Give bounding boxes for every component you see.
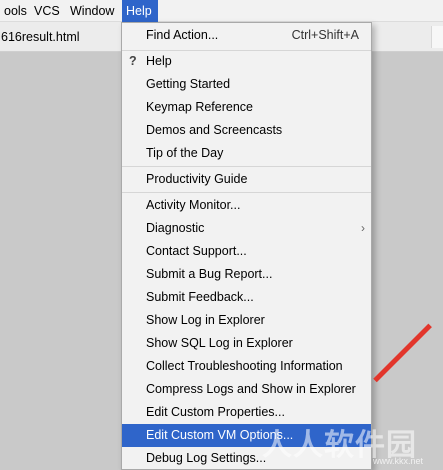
- menu-item-label: Compress Logs and Show in Explorer: [146, 382, 356, 396]
- menu-item-label: Getting Started: [146, 77, 231, 91]
- help-menu-dropdown: Find Action... Ctrl+Shift+A ? Help Getti…: [121, 22, 372, 470]
- menu-item-help[interactable]: ? Help: [122, 50, 371, 73]
- menu-item-label: Productivity Guide: [146, 172, 248, 186]
- menu-item-label: Debug Log Settings...: [146, 451, 267, 465]
- menu-item-label: Diagnostic: [146, 221, 205, 235]
- menu-item-productivity-guide[interactable]: Productivity Guide: [122, 168, 371, 191]
- menu-item-contact-support[interactable]: Contact Support...: [122, 240, 371, 263]
- menu-help[interactable]: Help: [122, 0, 158, 22]
- menu-item-label: Tip of the Day: [146, 146, 224, 160]
- menu-item-diagnostic[interactable]: Diagnostic ›: [122, 217, 371, 240]
- watermark-url: www.kkx.net: [373, 456, 424, 466]
- menu-vcs[interactable]: VCS: [30, 0, 64, 22]
- menu-item-label: Submit Feedback...: [146, 290, 254, 304]
- menu-item-label: Collect Troubleshooting Information: [146, 359, 343, 373]
- menu-item-submit-feedback[interactable]: Submit Feedback...: [122, 286, 371, 309]
- menu-item-label: Find Action...: [146, 28, 219, 42]
- menu-item-label: Submit a Bug Report...: [146, 267, 273, 281]
- menu-item-getting-started[interactable]: Getting Started: [122, 73, 371, 96]
- main-menubar: ools VCS Window Help: [0, 0, 443, 22]
- menu-item-label: Edit Custom Properties...: [146, 405, 285, 419]
- menu-item-show-sql-log[interactable]: Show SQL Log in Explorer: [122, 332, 371, 355]
- menu-tools[interactable]: ools: [0, 0, 31, 22]
- menu-item-demos-screencasts[interactable]: Demos and Screencasts: [122, 119, 371, 142]
- chevron-right-icon: ›: [361, 221, 365, 235]
- menu-item-activity-monitor[interactable]: Activity Monitor...: [122, 194, 371, 217]
- menu-item-label: Keymap Reference: [146, 100, 254, 114]
- menu-item-label: Demos and Screencasts: [146, 123, 283, 137]
- shortcut-label: Ctrl+Shift+A: [291, 28, 359, 42]
- menu-item-tip-of-the-day[interactable]: Tip of the Day: [122, 142, 371, 165]
- tab-bar-corner-button[interactable]: [431, 26, 443, 48]
- menu-window[interactable]: Window: [66, 0, 118, 22]
- tab-616result-html[interactable]: 616result.html: [0, 22, 80, 52]
- menu-separator: [122, 192, 371, 193]
- menu-item-label: Show SQL Log in Explorer: [146, 336, 293, 350]
- menu-item-show-log[interactable]: Show Log in Explorer: [122, 309, 371, 332]
- menu-item-compress-logs[interactable]: Compress Logs and Show in Explorer: [122, 378, 371, 401]
- menu-item-label: Contact Support...: [146, 244, 247, 258]
- menu-item-label: Help: [146, 54, 172, 68]
- help-question-icon: ?: [129, 54, 137, 68]
- menu-item-keymap-reference[interactable]: Keymap Reference: [122, 96, 371, 119]
- menu-separator: [122, 166, 371, 167]
- menu-item-find-action[interactable]: Find Action... Ctrl+Shift+A: [122, 24, 371, 47]
- menu-item-submit-bug-report[interactable]: Submit a Bug Report...: [122, 263, 371, 286]
- menu-item-label: Activity Monitor...: [146, 198, 241, 212]
- menu-item-collect-troubleshooting[interactable]: Collect Troubleshooting Information: [122, 355, 371, 378]
- menu-item-label: Show Log in Explorer: [146, 313, 265, 327]
